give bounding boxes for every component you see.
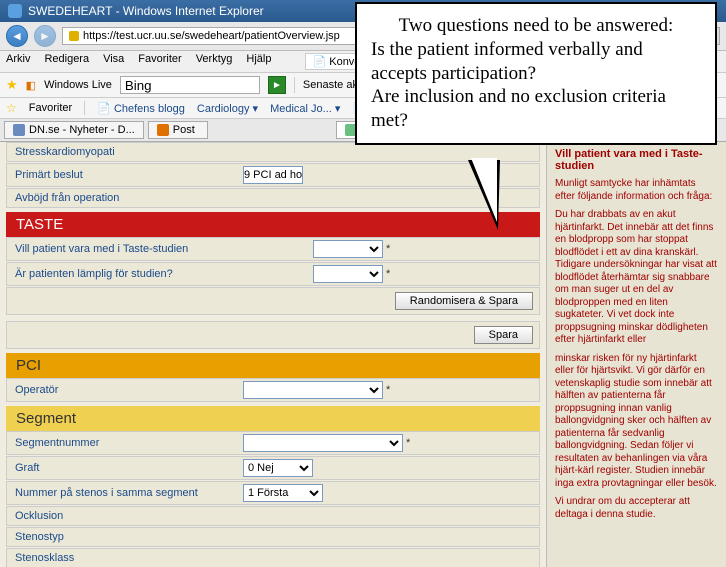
search-input[interactable] xyxy=(120,76,260,94)
fav-star-icon[interactable]: ☆ xyxy=(6,101,17,115)
side-p1: Munligt samtycke har inhämtats efter föl… xyxy=(555,178,718,203)
row-stenosklass: Stenosklass xyxy=(6,548,540,567)
side-p4: Vi undrar om du accepterar att deltaga i… xyxy=(555,496,718,521)
side-p3: minskar risken för ny hjärtinfarkt eller… xyxy=(555,353,718,491)
callout-line3: Are inclusion and no exclusion criteria … xyxy=(371,85,701,133)
label-stenostyp: Stenostyp xyxy=(7,528,237,546)
label-ocklusion: Ocklusion xyxy=(7,507,237,525)
row-taste-q2: Är patienten lämplig för studien? * xyxy=(6,262,540,286)
label-segnr: Segmentnummer xyxy=(7,434,237,452)
label-taste-q2: Är patienten lämplig för studien? xyxy=(7,265,307,283)
nummer-select[interactable]: 1 Första xyxy=(243,484,323,502)
forward-button[interactable]: ► xyxy=(34,25,56,47)
menu-hjalp[interactable]: Hjälp xyxy=(246,53,271,70)
menu-redigera[interactable]: Redigera xyxy=(44,53,89,70)
randomisera-button[interactable]: Randomisera & Spara xyxy=(395,292,533,310)
segnr-select[interactable] xyxy=(243,434,403,452)
label-stenosklass: Stenosklass xyxy=(7,549,237,567)
fav-label: Favoriter xyxy=(29,102,72,114)
wlive-label[interactable]: Windows Live xyxy=(44,79,112,91)
label-graft: Graft xyxy=(7,459,237,477)
search-go-button[interactable]: ► xyxy=(268,76,286,94)
label-nummer: Nummer på stenos i samma segment xyxy=(7,484,237,502)
main-pane: Stresskardiomyopati Primärt beslut Avböj… xyxy=(0,142,546,567)
tab-icon xyxy=(13,124,25,136)
taste-header: TASTE xyxy=(6,212,540,237)
row-taste-q1: Vill patient vara med i Taste-studien * xyxy=(6,237,540,261)
label-primart: Primärt beslut xyxy=(7,166,237,184)
fav-medjo[interactable]: Medical Jo... ▾ xyxy=(270,102,340,115)
operator-select[interactable] xyxy=(243,381,383,399)
ie-icon xyxy=(8,4,22,18)
callout-line1: Two questions need to be answered: xyxy=(371,14,701,38)
segment-header: Segment xyxy=(6,406,540,431)
lock-icon xyxy=(69,31,79,41)
spara-row: Spara xyxy=(6,321,540,349)
rss-icon xyxy=(157,124,169,136)
menu-verktyg[interactable]: Verktyg xyxy=(196,53,233,70)
row-stress: Stresskardiomyopati xyxy=(6,142,540,162)
back-button[interactable]: ◄ xyxy=(6,25,28,47)
tab-dn[interactable]: DN.se - Nyheter - D... xyxy=(4,121,144,139)
row-operator: Operatör * xyxy=(6,378,540,402)
fav-cardiology[interactable]: Cardiology ▾ xyxy=(197,102,258,115)
row-segnr: Segmentnummer * xyxy=(6,431,540,455)
primart-field[interactable] xyxy=(243,166,303,184)
taste-q2-select[interactable] xyxy=(313,265,383,283)
label-taste-q1: Vill patient vara med i Taste-studien xyxy=(7,240,307,258)
spara-button[interactable]: Spara xyxy=(474,326,533,344)
star-icon[interactable]: ★ xyxy=(6,77,18,93)
callout-line2: Is the patient informed verbally and acc… xyxy=(371,38,701,86)
annotation-callout: Two questions need to be answered: Is th… xyxy=(355,2,717,145)
side-p2: Du har drabbats av en akut hjärtinfarkt.… xyxy=(555,209,718,347)
label-stress: Stresskardiomyopati xyxy=(7,143,237,161)
menu-visa[interactable]: Visa xyxy=(103,53,124,70)
side-pane: Vill patient vara med i Taste-studien Mu… xyxy=(546,142,726,567)
url-text: https://test.ucr.uu.se/swedeheart/patien… xyxy=(83,30,340,42)
row-nummer: Nummer på stenos i samma segment 1 Först… xyxy=(6,481,540,505)
row-graft: Graft 0 Nej xyxy=(6,456,540,480)
row-ocklusion: Ocklusion xyxy=(6,506,540,526)
window-title: SWEDEHEART - Windows Internet Explorer xyxy=(28,4,264,18)
row-stenostyp: Stenostyp xyxy=(6,527,540,547)
taste-btn-row: Randomisera & Spara xyxy=(6,287,540,315)
menu-favoriter[interactable]: Favoriter xyxy=(138,53,181,70)
label-avbojd: Avböjd från operation xyxy=(7,189,237,207)
tab-post[interactable]: Post xyxy=(148,121,208,139)
row-avbojd: Avböjd från operation xyxy=(6,188,540,208)
label-operator: Operatör xyxy=(7,381,237,399)
menu-arkiv[interactable]: Arkiv xyxy=(6,53,30,70)
taste-q1-select[interactable] xyxy=(313,240,383,258)
pci-header: PCI xyxy=(6,353,540,378)
wlive-icon: ◧ xyxy=(26,79,36,92)
row-primart: Primärt beslut xyxy=(6,163,540,187)
graft-select[interactable]: 0 Nej xyxy=(243,459,313,477)
side-title: Vill patient vara med i Taste-studien xyxy=(555,148,718,172)
fav-chefens[interactable]: 📄 Chefens blogg xyxy=(97,102,185,115)
